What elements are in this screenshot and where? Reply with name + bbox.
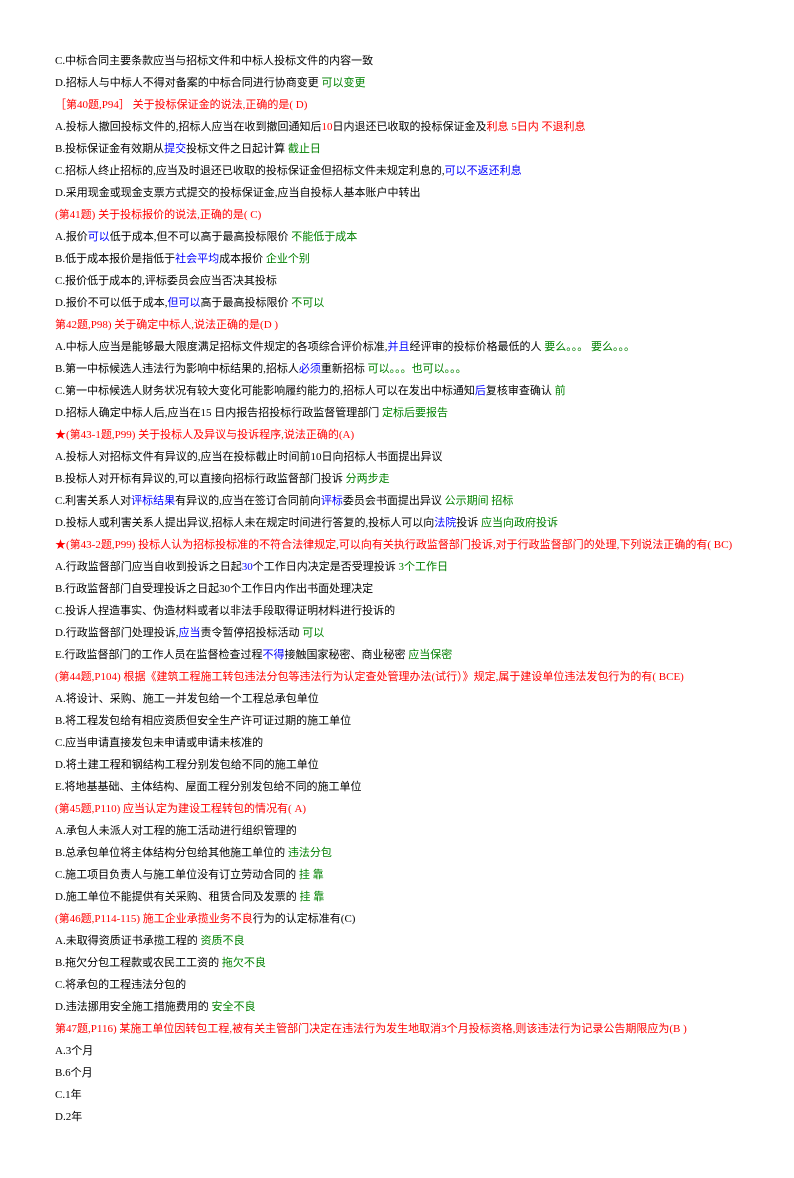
question-option: B.6个月 xyxy=(55,1062,739,1084)
question-option: B.拖欠分包工程款或农民工工资的 拖欠不良 xyxy=(55,952,739,974)
question-option: A.投标人撤回投标文件的,招标人应当在收到撤回通知后10日内退还已收取的投标保证… xyxy=(55,116,739,138)
question-option: D.招标人与中标人不得对备案的中标合同进行协商变更 可以变更 xyxy=(55,72,739,94)
question-option: C.报价低于成本的,评标委员会应当否决其投标 xyxy=(55,270,739,292)
question-option: D.施工单位不能提供有关采购、租赁合同及发票的 挂 靠 xyxy=(55,886,739,908)
question-header: (第41题) 关于投标报价的说法,正确的是( C) xyxy=(55,204,739,226)
question-option: C.中标合同主要条款应当与招标文件和中标人投标文件的内容一致 xyxy=(55,50,739,72)
question-header: ★(第43-2题,P99) 投标人认为招标投标准的不符合法律规定,可以向有关执行… xyxy=(55,534,739,556)
question-option: D.采用现金或现金支票方式提交的投标保证金,应当自投标人基本账户中转出 xyxy=(55,182,739,204)
question-option: C.第一中标候选人财务状况有较大变化可能影响履约能力的,招标人可以在发出中标通知… xyxy=(55,380,739,402)
question-header: ★(第43-1题,P99) 关于投标人及异议与投诉程序,说法正确的(A) xyxy=(55,424,739,446)
question-option: D.违法挪用安全施工措施费用的 安全不良 xyxy=(55,996,739,1018)
question-header: ［第40题,P94］ 关于投标保证金的说法,正确的是( D) xyxy=(55,94,739,116)
question-option: D.将土建工程和钢结构工程分别发包给不同的施工单位 xyxy=(55,754,739,776)
question-option: C.1年 xyxy=(55,1084,739,1106)
question-option: B.低于成本报价是指低于社会平均成本报价 企业个别 xyxy=(55,248,739,270)
question-option: C.将承包的工程违法分包的 xyxy=(55,974,739,996)
question-option: B.投标人对开标有异议的,可以直接向招标行政监督部门投诉 分两步走 xyxy=(55,468,739,490)
question-option: D.报价不可以低于成本,但可以高于最高投标限价 不可以 xyxy=(55,292,739,314)
question-option: D.行政监督部门处理投诉,应当责令暂停招投标活动 可以 xyxy=(55,622,739,644)
question-header: 第47题,P116) 某施工单位因转包工程,被有关主管部门决定在违法行为发生地取… xyxy=(55,1018,739,1040)
question-option: D.2年 xyxy=(55,1106,739,1128)
question-option: C.利害关系人对评标结果有异议的,应当在签订合同前向评标委员会书面提出异议 公示… xyxy=(55,490,739,512)
question-option: C.应当申请直接发包未申请或申请未核准的 xyxy=(55,732,739,754)
question-option: B.投标保证金有效期从提交投标文件之日起计算 截止日 xyxy=(55,138,739,160)
question-header: (第46题,P114-115) 施工企业承揽业务不良行为的认定标准有(C) xyxy=(55,908,739,930)
question-option: B.将工程发包给有相应资质但安全生产许可证过期的施工单位 xyxy=(55,710,739,732)
question-option: A.将设计、采购、施工一并发包给一个工程总承包单位 xyxy=(55,688,739,710)
question-option: A.投标人对招标文件有异议的,应当在投标截止时间前10日向招标人书面提出异议 xyxy=(55,446,739,468)
question-option: A.未取得资质证书承揽工程的 资质不良 xyxy=(55,930,739,952)
question-header: (第45题,P110) 应当认定为建设工程转包的情况有( A) xyxy=(55,798,739,820)
question-option: A.3个月 xyxy=(55,1040,739,1062)
question-header: (第44题,P104) 根据《建筑工程施工转包违法分包等违法行为认定查处管理办法… xyxy=(55,666,739,688)
question-option: B.总承包单位将主体结构分包给其他施工单位的 违法分包 xyxy=(55,842,739,864)
question-option: E.将地基基础、主体结构、屋面工程分别发包给不同的施工单位 xyxy=(55,776,739,798)
question-option: A.行政监督部门应当自收到投诉之日起30个工作日内决定是否受理投诉 3个工作日 xyxy=(55,556,739,578)
question-option: E.行政监督部门的工作人员在监督检查过程不得接触国家秘密、商业秘密 应当保密 xyxy=(55,644,739,666)
question-option: A.报价可以低于成本,但不可以高于最高投标限价 不能低于成本 xyxy=(55,226,739,248)
question-option: C.施工项目负责人与施工单位没有订立劳动合同的 挂 靠 xyxy=(55,864,739,886)
question-option: D.投标人或利害关系人提出异议,招标人未在规定时间进行答复的,投标人可以向法院投… xyxy=(55,512,739,534)
question-option: A.中标人应当是能够最大限度满足招标文件规定的各项综合评价标准,并且经评审的投标… xyxy=(55,336,739,358)
question-option: B.行政监督部门自受理投诉之日起30个工作日内作出书面处理决定 xyxy=(55,578,739,600)
question-option: C.投诉人捏造事实、伪造材料或者以非法手段取得证明材料进行投诉的 xyxy=(55,600,739,622)
question-option: C.招标人终止招标的,应当及时退还已收取的投标保证金但招标文件未规定利息的,可以… xyxy=(55,160,739,182)
question-option: A.承包人未派人对工程的施工活动进行组织管理的 xyxy=(55,820,739,842)
question-option: B.第一中标候选人违法行为影响中标结果的,招标人必须重新招标 可以。。。也可以。… xyxy=(55,358,739,380)
question-option: D.招标人确定中标人后,应当在15 日内报告招投标行政监督管理部门 定标后要报告 xyxy=(55,402,739,424)
question-header: 第42题,P98) 关于确定中标人,说法正确的是(D ) xyxy=(55,314,739,336)
